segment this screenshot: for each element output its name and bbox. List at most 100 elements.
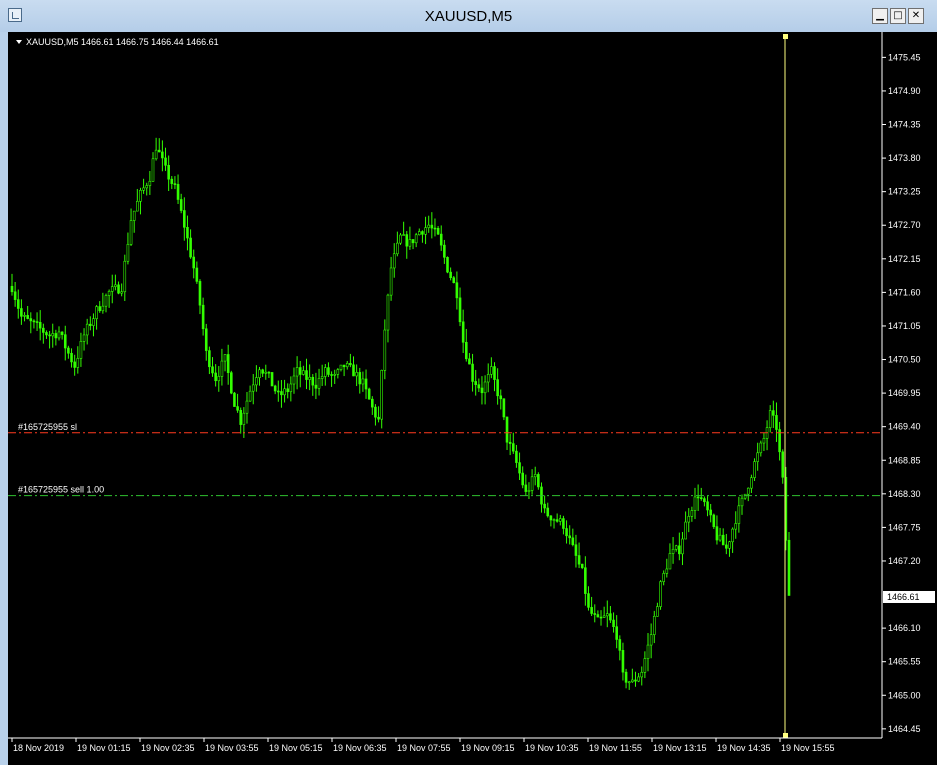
candle-body bbox=[515, 450, 518, 463]
candle-body bbox=[217, 376, 221, 382]
candle-body bbox=[693, 496, 697, 511]
candle-body bbox=[759, 442, 763, 454]
candle-body bbox=[668, 553, 672, 570]
price-tick-label: 1467.20 bbox=[888, 556, 921, 566]
time-tick-label: 19 Nov 11:55 bbox=[589, 743, 642, 753]
candle-body bbox=[255, 377, 258, 386]
candle-body bbox=[439, 233, 443, 246]
candle-body bbox=[154, 149, 158, 160]
candle-body bbox=[555, 519, 559, 522]
candle-body bbox=[731, 528, 734, 543]
candle-body bbox=[314, 384, 318, 389]
candle-body bbox=[483, 381, 487, 394]
candle-body bbox=[126, 244, 130, 262]
time-tick-label: 19 Nov 07:55 bbox=[397, 743, 451, 753]
title-bar[interactable]: XAUUSD,M5 ▁ □ ✕ bbox=[0, 0, 937, 32]
candle-body bbox=[678, 545, 681, 555]
candle-body bbox=[298, 367, 302, 375]
candle-body bbox=[42, 327, 45, 333]
candle-body bbox=[715, 526, 719, 541]
candle-body bbox=[20, 308, 23, 317]
candle-body bbox=[142, 187, 145, 191]
candle-body bbox=[324, 367, 327, 377]
candle-body bbox=[471, 363, 474, 382]
candle-body bbox=[186, 227, 189, 239]
candle-body bbox=[280, 391, 283, 396]
candle-body bbox=[117, 284, 120, 294]
chart-area[interactable]: #165725955 sl #165725955 sell 1.00 1475.4… bbox=[8, 32, 937, 765]
current-price-box: 1466.61 bbox=[883, 590, 935, 603]
time-tick-label: 19 Nov 01:15 bbox=[77, 743, 131, 753]
candle-body bbox=[646, 644, 650, 659]
candle-body bbox=[634, 679, 637, 682]
candle-body bbox=[424, 227, 427, 235]
price-tick-label: 1467.75 bbox=[888, 522, 921, 532]
candle-body bbox=[396, 242, 399, 255]
candle-body bbox=[295, 367, 299, 377]
candle-body bbox=[236, 406, 239, 411]
candle-body bbox=[170, 178, 174, 184]
price-chart[interactable]: #165725955 sl #165725955 sell 1.00 1475.4… bbox=[8, 32, 937, 765]
candle-body bbox=[226, 354, 230, 373]
order-line-label: #165725955 sl bbox=[18, 422, 77, 432]
candle-body bbox=[336, 369, 340, 375]
time-tick-label: 19 Nov 15:55 bbox=[781, 743, 835, 753]
candle-body bbox=[371, 398, 374, 408]
price-tick-label: 1472.15 bbox=[888, 254, 921, 264]
candle-body bbox=[35, 321, 39, 323]
candle-body bbox=[402, 234, 405, 236]
time-tick-label: 19 Nov 05:15 bbox=[269, 743, 323, 753]
candle-body bbox=[421, 231, 424, 235]
candle-body bbox=[104, 295, 108, 307]
candle-body bbox=[220, 360, 224, 377]
cursor-handle-bottom[interactable] bbox=[783, 733, 788, 738]
candle-body bbox=[775, 415, 778, 430]
candle-body bbox=[157, 149, 161, 153]
candle-body bbox=[377, 416, 380, 420]
candle-body bbox=[98, 306, 102, 312]
candle-body bbox=[176, 184, 180, 200]
candle-body bbox=[349, 362, 352, 366]
candle-body bbox=[48, 334, 51, 337]
candle-body bbox=[621, 650, 625, 673]
time-tick-label: 19 Nov 03:55 bbox=[205, 743, 259, 753]
candle-body bbox=[32, 320, 36, 323]
candle-body bbox=[474, 381, 477, 385]
minimize-button[interactable]: ▁ bbox=[872, 8, 888, 24]
candle-body bbox=[618, 639, 622, 651]
candle-body bbox=[762, 438, 766, 444]
candle-body bbox=[330, 374, 333, 376]
candle-body bbox=[123, 260, 127, 293]
candle-body bbox=[687, 516, 691, 523]
candle-body bbox=[699, 497, 703, 499]
candle-body bbox=[204, 328, 208, 351]
candle-body bbox=[308, 376, 311, 380]
candle-body bbox=[85, 323, 89, 336]
candle-body bbox=[233, 392, 236, 407]
candle-body bbox=[671, 548, 675, 554]
candle-body bbox=[26, 315, 29, 319]
close-button[interactable]: ✕ bbox=[908, 8, 924, 24]
candle-body bbox=[411, 239, 415, 244]
candle-body bbox=[464, 341, 468, 360]
candle-body bbox=[355, 372, 358, 377]
candle-body bbox=[270, 372, 274, 387]
candle-body bbox=[458, 297, 462, 323]
time-tick-label: 18 Nov 2019 bbox=[13, 743, 64, 753]
candle-body bbox=[537, 474, 540, 488]
candle-body bbox=[38, 322, 42, 329]
candle-body bbox=[161, 151, 164, 159]
maximize-button[interactable]: □ bbox=[890, 8, 906, 24]
price-tick-label: 1464.45 bbox=[888, 724, 921, 734]
candle-body bbox=[565, 528, 568, 537]
candle-body bbox=[477, 384, 481, 389]
candle-body bbox=[681, 538, 684, 555]
candle-body bbox=[367, 388, 371, 400]
candle-body bbox=[443, 244, 446, 258]
candle-body bbox=[386, 294, 390, 331]
candle-body bbox=[352, 364, 355, 377]
candle-body bbox=[593, 613, 597, 615]
cursor-handle-top[interactable] bbox=[783, 34, 788, 39]
candle-body bbox=[530, 476, 534, 491]
candle-body bbox=[743, 493, 747, 499]
